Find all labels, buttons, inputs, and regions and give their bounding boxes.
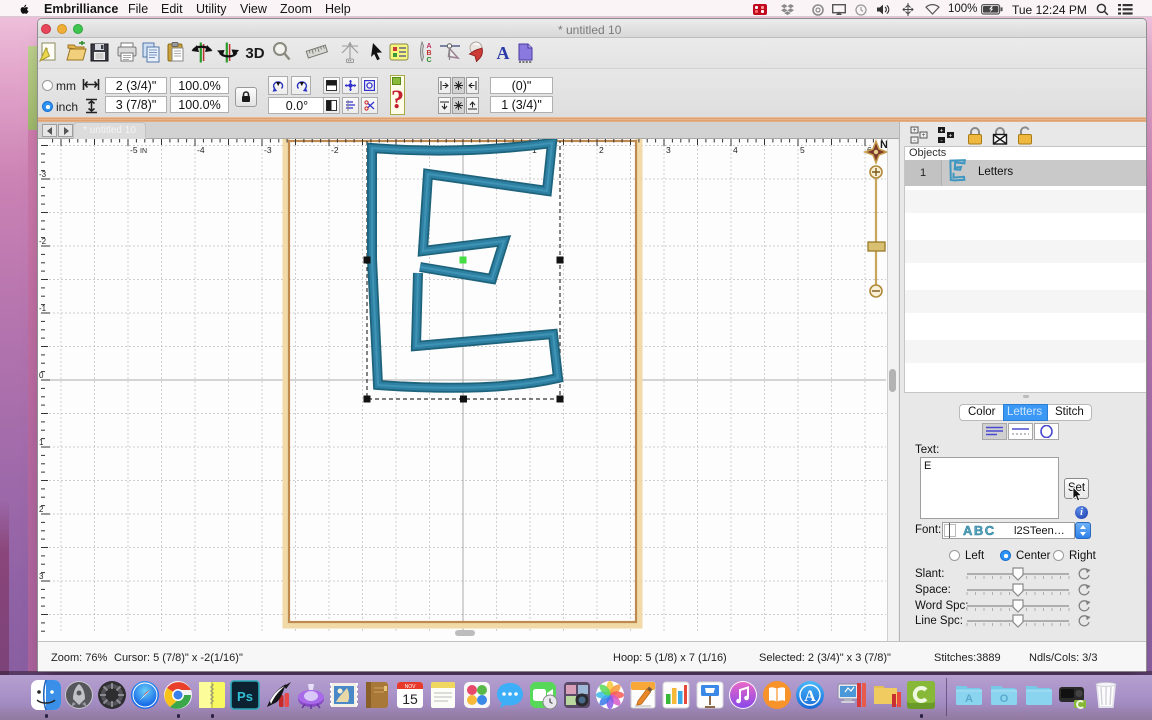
svg-text:-5: -5 (130, 145, 138, 155)
svg-text:-: - (940, 137, 942, 144)
svg-text:-2: -2 (39, 237, 47, 246)
svg-text:?: ? (391, 85, 404, 114)
svg-text:3: 3 (39, 572, 44, 581)
svg-text:-4: -4 (197, 145, 205, 155)
svg-text:A: A (804, 688, 816, 705)
svg-text:B: B (426, 50, 431, 57)
svg-text:2: 2 (39, 505, 44, 514)
svg-text:A: A (497, 43, 510, 63)
svg-text:-2: -2 (331, 145, 339, 155)
svg-text:-1: -1 (39, 304, 47, 313)
svg-text:0: 0 (39, 371, 44, 380)
svg-text:C: C (426, 57, 431, 64)
svg-text:15: 15 (402, 691, 418, 707)
svg-text:NOV: NOV (405, 684, 417, 690)
svg-text:4: 4 (733, 145, 738, 155)
svg-text:5: 5 (800, 145, 805, 155)
svg-text:+: + (913, 128, 917, 134)
svg-text:-3: -3 (264, 145, 272, 155)
svg-text:3D: 3D (245, 45, 264, 62)
svg-text:O: O (1000, 693, 1009, 705)
svg-text:IN: IN (140, 148, 147, 155)
svg-text:+: + (949, 132, 953, 139)
svg-text:A: A (426, 43, 431, 50)
svg-text:+: + (940, 127, 944, 134)
svg-text:Ps: Ps (237, 689, 253, 704)
svg-text:1: 1 (39, 438, 44, 447)
svg-text:-: - (914, 138, 916, 144)
svg-text:3: 3 (666, 145, 671, 155)
svg-text:+: + (922, 133, 926, 139)
svg-text:2: 2 (599, 145, 604, 155)
svg-text:A: A (965, 693, 973, 705)
svg-text:-3: -3 (39, 170, 47, 179)
